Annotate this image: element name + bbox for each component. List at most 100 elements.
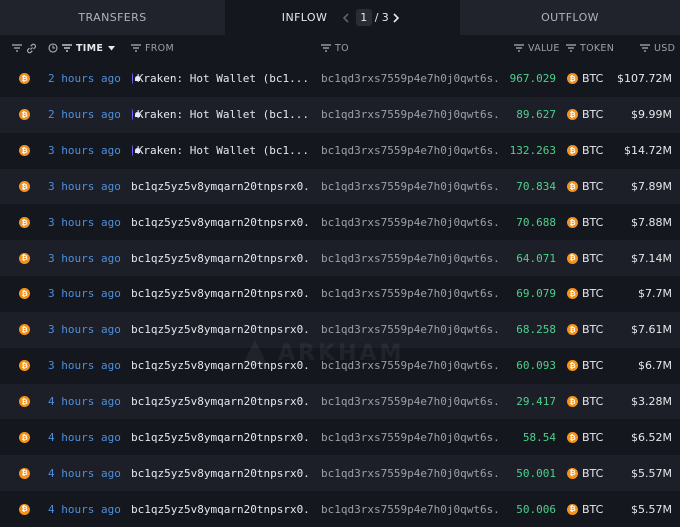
table-row[interactable]: ₿ 3 hours ago bc1qz5yz5v8ymqarn20tnpsrx0..…	[0, 204, 680, 240]
table-row[interactable]: ₿ 3 hours ago bc1qz5yz5v8ymqarn20tnpsrx0..…	[0, 240, 680, 277]
row-to-address[interactable]: bc1qd3rxs7559p4e7h0j0qwt6s...	[321, 97, 499, 133]
table-row[interactable]: ₿ 4 hours ago bc1qz5yz5v8ymqarn20tnpsrx0..…	[0, 491, 680, 527]
row-from-address[interactable]: bc1qz5yz5v8ymqarn20tnpsrx0...	[131, 419, 309, 455]
row-time-link[interactable]: 3 hours ago	[48, 348, 121, 384]
row-time-link[interactable]: 3 hours ago	[48, 312, 121, 348]
header-filter-icon[interactable]	[12, 35, 26, 61]
row-time-link[interactable]: 3 hours ago	[48, 240, 121, 276]
row-token[interactable]: BTC	[582, 240, 603, 276]
table-row[interactable]: ₿ 2 hours ago Kraken: Hot Wallet (bc1... bc…	[0, 96, 680, 133]
row-time-link[interactable]: 3 hours ago	[48, 204, 121, 240]
row-time-link[interactable]: 3 hours ago	[48, 276, 121, 312]
transfers-table: ₿ 2 hours ago Kraken: Hot Wallet (bc1... bc…	[0, 61, 680, 527]
header-value[interactable]: VALUE	[514, 35, 560, 61]
pagination: 1 / 3	[339, 9, 403, 26]
table-row[interactable]: ₿ 4 hours ago bc1qz5yz5v8ymqarn20tnpsrx0..…	[0, 383, 680, 420]
row-token[interactable]: BTC	[582, 312, 603, 348]
header-time[interactable]: TIME	[62, 35, 119, 61]
header-from-label: FROM	[145, 42, 174, 54]
row-from-address[interactable]: bc1qz5yz5v8ymqarn20tnpsrx0...	[131, 169, 309, 205]
row-time-link[interactable]: 3 hours ago	[48, 169, 121, 205]
table-row[interactable]: ₿ 3 hours ago bc1qz5yz5v8ymqarn20tnpsrx0..…	[0, 168, 680, 205]
row-to-address[interactable]: bc1qd3rxs7559p4e7h0j0qwt6s...	[321, 312, 499, 348]
header-usd[interactable]: USD	[640, 35, 675, 61]
row-from-address[interactable]: bc1qz5yz5v8ymqarn20tnpsrx0...	[131, 204, 309, 240]
row-to-address[interactable]: bc1qd3rxs7559p4e7h0j0qwt6s...	[321, 133, 499, 169]
row-from-address[interactable]: bc1qz5yz5v8ymqarn20tnpsrx0...	[131, 384, 309, 420]
row-from-text: bc1qz5yz5v8ymqarn20tnpsrx0...	[131, 502, 309, 516]
flow-tabs: TRANSFERS INFLOW 1 / 3 OUTFLOW	[0, 0, 680, 35]
row-time-link[interactable]: 4 hours ago	[48, 491, 121, 527]
row-to-address[interactable]: bc1qd3rxs7559p4e7h0j0qwt6s...	[321, 419, 499, 455]
row-to-address[interactable]: bc1qd3rxs7559p4e7h0j0qwt6s...	[321, 276, 499, 312]
bitcoin-icon: ₿	[19, 97, 30, 133]
table-row[interactable]: ₿ 3 hours ago Kraken: Hot Wallet (bc1... bc…	[0, 133, 680, 169]
table-row[interactable]: ₿ 3 hours ago bc1qz5yz5v8ymqarn20tnpsrx0..…	[0, 311, 680, 348]
row-to-address[interactable]: bc1qd3rxs7559p4e7h0j0qwt6s...	[321, 455, 499, 491]
row-to-address[interactable]: bc1qd3rxs7559p4e7h0j0qwt6s...	[321, 61, 499, 97]
row-time-link[interactable]: 2 hours ago	[48, 61, 121, 97]
tab-transfers[interactable]: TRANSFERS	[0, 0, 225, 35]
kraken-icon	[132, 73, 139, 85]
table-row[interactable]: ₿ 4 hours ago bc1qz5yz5v8ymqarn20tnpsrx0..…	[0, 455, 680, 492]
row-token[interactable]: BTC	[582, 133, 603, 169]
row-from-text: bc1qz5yz5v8ymqarn20tnpsrx0...	[131, 466, 309, 480]
row-token[interactable]: BTC	[582, 348, 603, 384]
row-token[interactable]: BTC	[582, 384, 603, 420]
header-from[interactable]: FROM	[131, 35, 174, 61]
row-to-address[interactable]: bc1qd3rxs7559p4e7h0j0qwt6s...	[321, 204, 499, 240]
row-from-text: bc1qz5yz5v8ymqarn20tnpsrx0...	[131, 430, 309, 444]
row-token[interactable]: BTC	[582, 97, 603, 133]
row-usd: $14.72M	[624, 144, 672, 158]
bitcoin-token-icon: ₿	[567, 133, 578, 169]
row-from-address[interactable]: bc1qz5yz5v8ymqarn20tnpsrx0...	[131, 240, 309, 276]
row-token[interactable]: BTC	[582, 276, 603, 312]
row-from-address[interactable]: bc1qz5yz5v8ymqarn20tnpsrx0...	[131, 455, 309, 491]
table-row[interactable]: ₿ 2 hours ago Kraken: Hot Wallet (bc1... bc…	[0, 61, 680, 97]
row-from-text: Kraken: Hot Wallet (bc1...	[136, 144, 309, 158]
bitcoin-token-icon: ₿	[567, 312, 578, 348]
row-from-address[interactable]: bc1qz5yz5v8ymqarn20tnpsrx0...	[131, 312, 309, 348]
row-from-address[interactable]: bc1qz5yz5v8ymqarn20tnpsrx0...	[131, 491, 309, 527]
header-to[interactable]: TO	[321, 35, 349, 61]
row-to-address[interactable]: bc1qd3rxs7559p4e7h0j0qwt6s...	[321, 240, 499, 276]
row-token[interactable]: BTC	[582, 491, 603, 527]
row-time-link[interactable]: 4 hours ago	[48, 419, 121, 455]
row-to-address[interactable]: bc1qd3rxs7559p4e7h0j0qwt6s...	[321, 348, 499, 384]
row-token[interactable]: BTC	[582, 169, 603, 205]
bitcoin-icon: ₿	[19, 312, 30, 348]
row-from-address[interactable]: Kraken: Hot Wallet (bc1...	[131, 97, 309, 133]
row-from-address[interactable]: bc1qz5yz5v8ymqarn20tnpsrx0...	[131, 276, 309, 312]
row-token[interactable]: BTC	[582, 419, 603, 455]
table-row[interactable]: ₿ 4 hours ago bc1qz5yz5v8ymqarn20tnpsrx0..…	[0, 419, 680, 455]
row-token[interactable]: BTC	[582, 204, 603, 240]
bitcoin-icon: ₿	[19, 169, 30, 205]
row-usd: $6.52M	[631, 430, 672, 444]
bitcoin-token-icon: ₿	[567, 419, 578, 455]
row-from-address[interactable]: Kraken: Hot Wallet (bc1...	[131, 133, 309, 169]
next-page-chevron-right-icon[interactable]	[389, 11, 403, 25]
row-from-address[interactable]: bc1qz5yz5v8ymqarn20tnpsrx0...	[131, 348, 309, 384]
bitcoin-token-icon: ₿	[567, 204, 578, 240]
tab-inflow[interactable]: INFLOW 1 / 3	[225, 0, 460, 35]
row-to-address[interactable]: bc1qd3rxs7559p4e7h0j0qwt6s...	[321, 491, 499, 527]
row-time-link[interactable]: 4 hours ago	[48, 384, 121, 420]
time-clock-icon[interactable]	[48, 35, 62, 61]
table-row[interactable]: ₿ 3 hours ago bc1qz5yz5v8ymqarn20tnpsrx0..…	[0, 348, 680, 384]
row-time-link[interactable]: 2 hours ago	[48, 97, 121, 133]
row-time-link[interactable]: 4 hours ago	[48, 455, 121, 491]
row-to-address[interactable]: bc1qd3rxs7559p4e7h0j0qwt6s...	[321, 384, 499, 420]
tab-outflow[interactable]: OUTFLOW	[460, 0, 680, 35]
header-token[interactable]: TOKEN	[566, 35, 614, 61]
row-to-address[interactable]: bc1qd3rxs7559p4e7h0j0qwt6s...	[321, 169, 499, 205]
row-from-text: bc1qz5yz5v8ymqarn20tnpsrx0...	[131, 251, 309, 265]
row-time-link[interactable]: 3 hours ago	[48, 133, 121, 169]
bitcoin-icon: ₿	[19, 276, 30, 312]
row-token[interactable]: BTC	[582, 455, 603, 491]
row-from-address[interactable]: Kraken: Hot Wallet (bc1...	[131, 61, 309, 97]
row-value: 58.54	[522, 430, 556, 444]
prev-page-chevron-left-icon[interactable]	[339, 11, 353, 25]
link-icon[interactable]	[26, 35, 41, 61]
row-token[interactable]: BTC	[582, 61, 603, 97]
table-row[interactable]: ₿ 3 hours ago bc1qz5yz5v8ymqarn20tnpsrx0..…	[0, 276, 680, 312]
